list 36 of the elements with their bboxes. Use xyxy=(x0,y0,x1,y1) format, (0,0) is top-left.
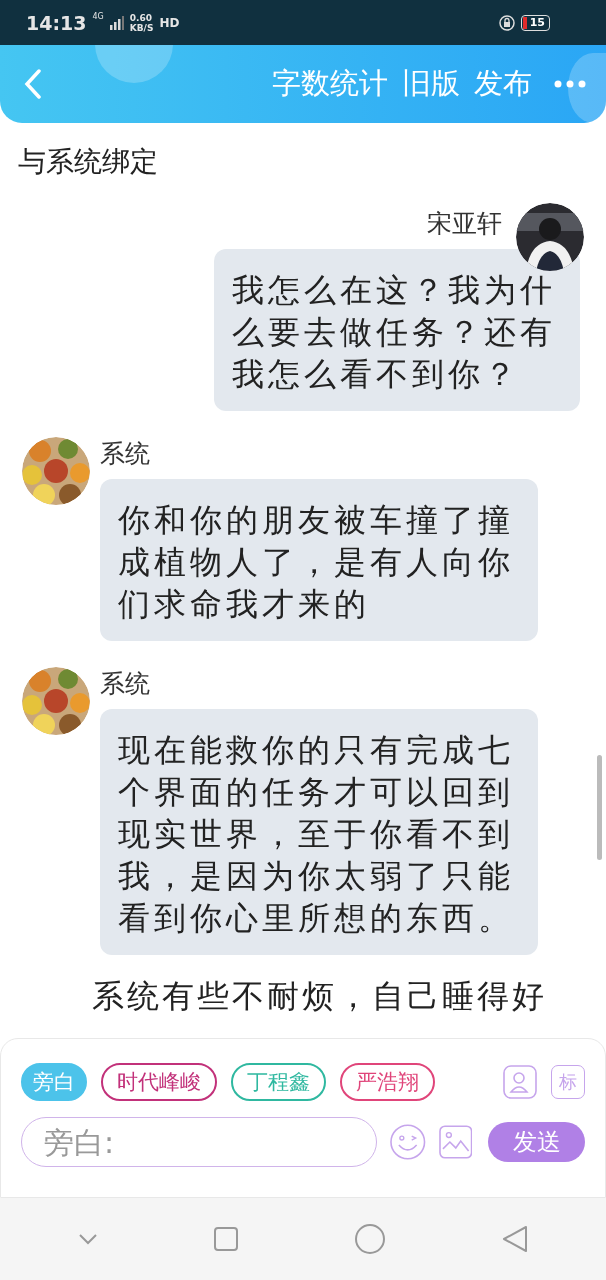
message-bubble: 我怎么在这？我为什么要去做任务？还有我怎么看不到你？ xyxy=(214,249,580,411)
role-chip[interactable]: 丁程鑫 xyxy=(231,1063,326,1101)
tag-button[interactable]: 标 xyxy=(551,1065,585,1099)
more-icon[interactable] xyxy=(554,80,586,88)
lock-icon xyxy=(498,14,515,31)
bubble-decoration xyxy=(568,53,606,123)
speed-unit: KB/S xyxy=(129,22,154,33)
emoji-icon[interactable] xyxy=(389,1123,427,1161)
person-icon[interactable] xyxy=(503,1065,537,1099)
hd-label: HD xyxy=(159,15,180,30)
battery-indicator: 15 xyxy=(520,14,550,31)
message-bubble: 你和你的朋友被车撞了撞成植物人了，是有人向你们求命我才来的 xyxy=(100,479,538,641)
role-chip[interactable]: 旁白 xyxy=(21,1063,87,1101)
network-type: 4G xyxy=(92,12,104,21)
image-icon[interactable] xyxy=(438,1125,473,1159)
role-chip[interactable]: 严浩翔 xyxy=(340,1063,435,1101)
send-button[interactable]: 发送 xyxy=(488,1122,585,1162)
chapter-title: 与系统绑定 xyxy=(17,144,159,180)
sender-name: 系统 xyxy=(100,669,151,699)
clock: 14:13 xyxy=(26,11,87,34)
back-triangle-icon[interactable] xyxy=(500,1224,529,1254)
sender-name: 宋亚轩 xyxy=(427,209,502,239)
recents-icon[interactable] xyxy=(212,1226,239,1252)
role-chip[interactable]: 时代峰峻 xyxy=(101,1063,217,1101)
signal-icon xyxy=(109,15,124,30)
speed-value: 0.60 xyxy=(129,12,153,23)
back-icon[interactable] xyxy=(24,69,42,99)
header-action[interactable]: 旧版 xyxy=(402,64,460,104)
header-action[interactable]: 字数统计 xyxy=(272,64,388,104)
message-bubble: 现在能救你的只有完成七个界面的任务才可以回到现实世界，至于你看不到我，是因为你太弱了只能看到你心里所想的东西。 xyxy=(100,709,538,955)
chevron-down-icon[interactable] xyxy=(77,1233,98,1245)
message-input[interactable]: 旁白: xyxy=(21,1117,377,1167)
sender-name: 系统 xyxy=(100,439,151,469)
narration-text: 系统有些不耐烦，自己睡得好 xyxy=(91,976,548,1017)
header-action[interactable]: 发布 xyxy=(474,64,532,104)
home-icon[interactable] xyxy=(353,1223,386,1255)
